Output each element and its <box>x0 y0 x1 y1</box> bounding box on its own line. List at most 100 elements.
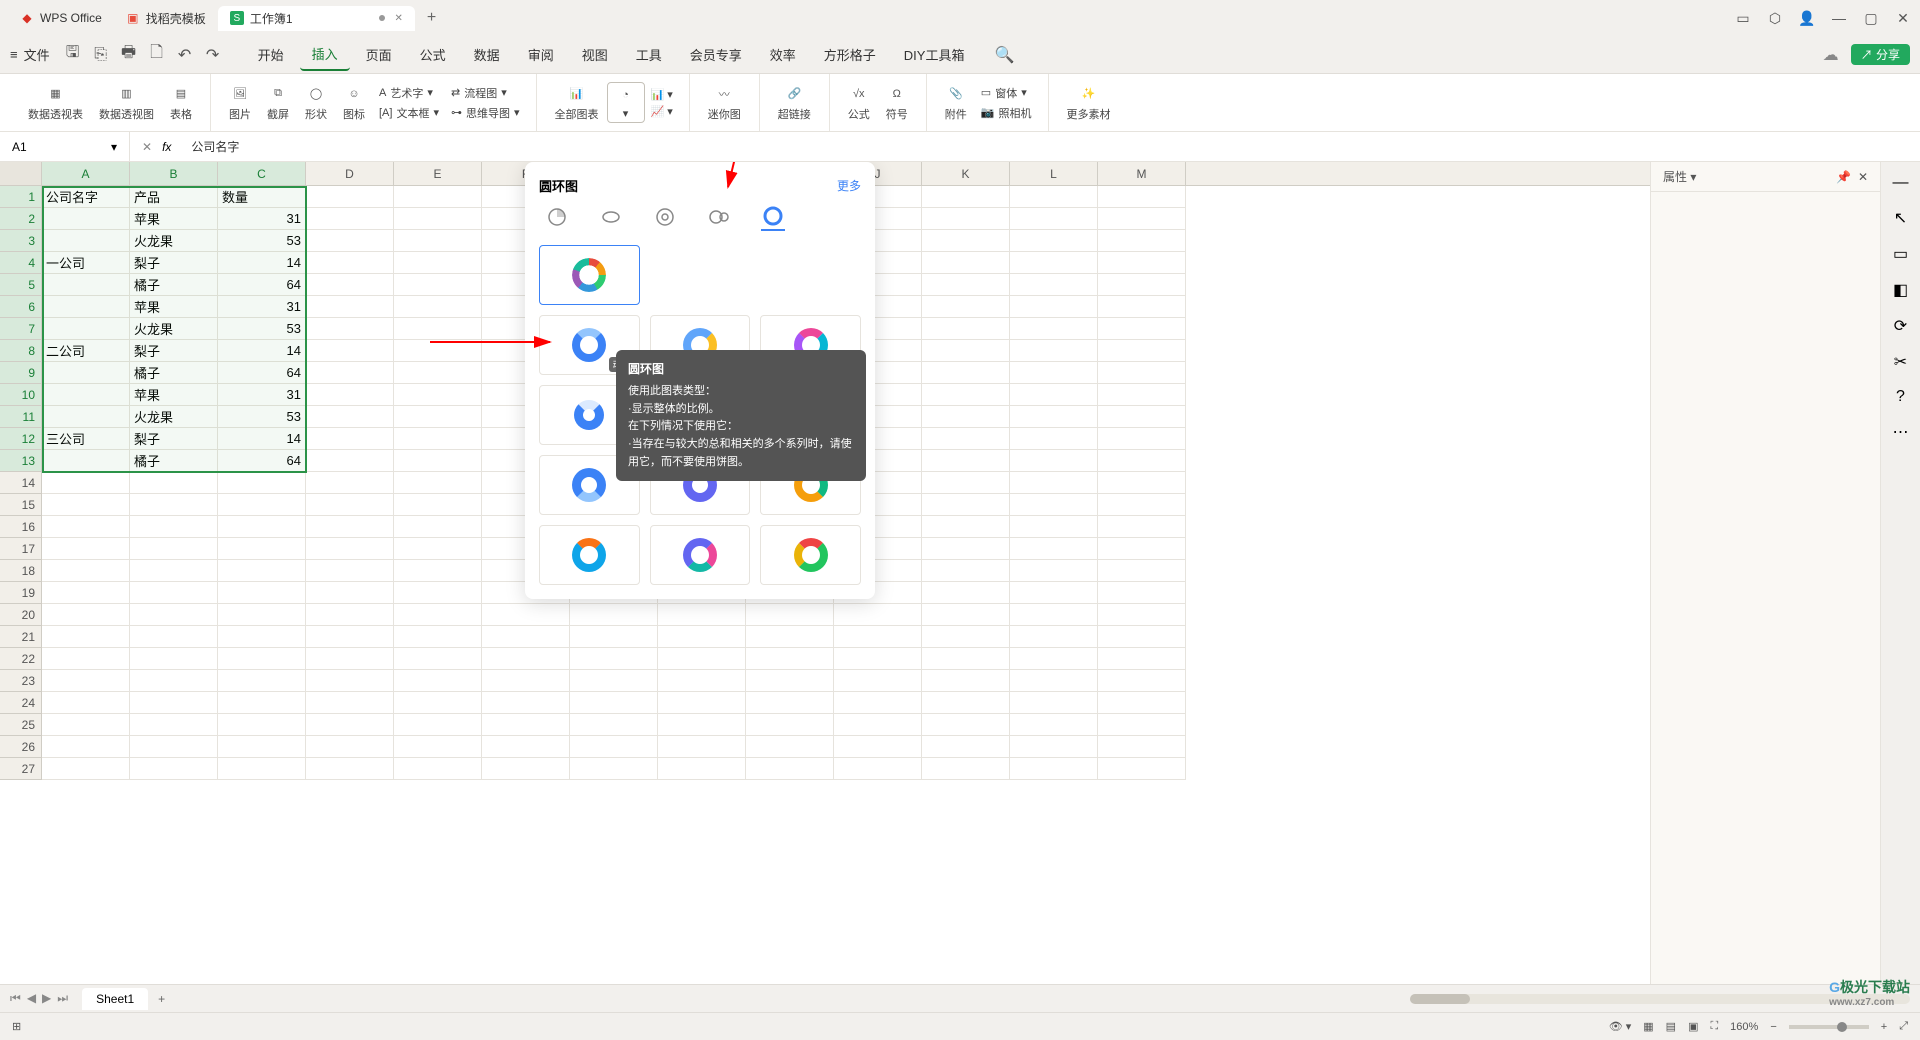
attachment-button[interactable]: 📎附件 <box>937 82 975 124</box>
cell[interactable] <box>658 758 746 780</box>
cell[interactable] <box>306 582 394 604</box>
cell[interactable] <box>1010 384 1098 406</box>
menu-data[interactable]: 数据 <box>462 39 512 70</box>
doughnut2-tab-icon[interactable] <box>707 207 731 231</box>
cell[interactable] <box>1010 648 1098 670</box>
row-header[interactable]: 1 <box>0 186 42 208</box>
cell[interactable] <box>130 758 218 780</box>
cell[interactable] <box>394 230 482 252</box>
cell[interactable] <box>1098 494 1186 516</box>
cell[interactable] <box>1010 736 1098 758</box>
cell[interactable]: 梨子 <box>130 340 218 362</box>
cell[interactable]: 产品 <box>130 186 218 208</box>
all-charts-button[interactable]: 📊全部图表 <box>547 82 607 124</box>
cancel-fx-icon[interactable]: ✕ <box>142 140 152 154</box>
row-header[interactable]: 3 <box>0 230 42 252</box>
cell[interactable] <box>922 604 1010 626</box>
avatar-icon[interactable]: 👤 <box>1798 9 1816 27</box>
template-tab[interactable]: ▣ 找稻壳模板 <box>114 6 218 31</box>
cell[interactable] <box>42 208 130 230</box>
cell[interactable] <box>746 714 834 736</box>
cell[interactable] <box>306 758 394 780</box>
sparkline-button[interactable]: 〰迷你图 <box>700 82 749 124</box>
cell[interactable] <box>218 758 306 780</box>
chart-template[interactable] <box>760 525 861 585</box>
cell[interactable] <box>922 428 1010 450</box>
cell[interactable] <box>394 428 482 450</box>
cell[interactable] <box>306 472 394 494</box>
cell[interactable] <box>1010 428 1098 450</box>
row-header[interactable]: 18 <box>0 560 42 582</box>
cell[interactable] <box>130 472 218 494</box>
cell[interactable]: 梨子 <box>130 428 218 450</box>
cell[interactable] <box>1010 318 1098 340</box>
cell[interactable]: 火龙果 <box>130 230 218 252</box>
row-header[interactable]: 17 <box>0 538 42 560</box>
row-header[interactable]: 7 <box>0 318 42 340</box>
cell[interactable] <box>1010 516 1098 538</box>
cell[interactable] <box>1098 274 1186 296</box>
row-header[interactable]: 16 <box>0 516 42 538</box>
cell[interactable]: 64 <box>218 450 306 472</box>
menu-page[interactable]: 页面 <box>354 39 404 70</box>
close-panel-icon[interactable]: ✕ <box>1858 170 1868 184</box>
cell[interactable] <box>306 450 394 472</box>
cell[interactable]: 橘子 <box>130 450 218 472</box>
cell[interactable] <box>922 582 1010 604</box>
cell[interactable] <box>42 230 130 252</box>
cell[interactable] <box>394 340 482 362</box>
cell[interactable] <box>1098 626 1186 648</box>
cell[interactable] <box>746 736 834 758</box>
backup-icon[interactable]: ⟳ <box>1894 316 1907 336</box>
row-header[interactable]: 21 <box>0 626 42 648</box>
cell[interactable] <box>130 692 218 714</box>
cell[interactable] <box>1098 406 1186 428</box>
cell[interactable] <box>922 494 1010 516</box>
name-box[interactable]: A1 ▾ <box>0 132 130 161</box>
cell[interactable] <box>1098 384 1186 406</box>
cell[interactable] <box>394 516 482 538</box>
cell[interactable] <box>570 648 658 670</box>
cell[interactable] <box>42 362 130 384</box>
cell[interactable] <box>482 736 570 758</box>
cell[interactable] <box>218 670 306 692</box>
cell[interactable] <box>42 274 130 296</box>
row-header[interactable]: 15 <box>0 494 42 516</box>
menu-start[interactable]: 开始 <box>246 39 296 70</box>
cell[interactable] <box>922 736 1010 758</box>
cell[interactable]: 53 <box>218 318 306 340</box>
cell[interactable] <box>1098 296 1186 318</box>
cell[interactable] <box>1098 538 1186 560</box>
cell[interactable] <box>1098 472 1186 494</box>
cell[interactable] <box>1098 318 1186 340</box>
cell[interactable] <box>834 604 922 626</box>
cell[interactable] <box>922 384 1010 406</box>
cell[interactable] <box>306 296 394 318</box>
cell[interactable] <box>482 714 570 736</box>
cell[interactable] <box>1010 560 1098 582</box>
row-header[interactable]: 27 <box>0 758 42 780</box>
cell[interactable]: 数量 <box>218 186 306 208</box>
cell[interactable] <box>394 736 482 758</box>
cell[interactable] <box>1010 208 1098 230</box>
cell[interactable] <box>1098 736 1186 758</box>
cell[interactable] <box>746 604 834 626</box>
cell[interactable] <box>482 670 570 692</box>
cell[interactable] <box>306 252 394 274</box>
cell[interactable] <box>306 626 394 648</box>
cell[interactable] <box>42 692 130 714</box>
fullscreen-icon[interactable]: ⛶ <box>1710 1020 1718 1033</box>
style-icon[interactable]: ▭ <box>1893 244 1908 264</box>
cell[interactable]: 14 <box>218 428 306 450</box>
menu-squaregrid[interactable]: 方形格子 <box>812 39 888 70</box>
cell[interactable] <box>218 692 306 714</box>
undo-icon[interactable]: ↶ <box>176 46 194 64</box>
cell[interactable] <box>1010 450 1098 472</box>
textbox-button[interactable]: [A]文本框 ▾ <box>379 105 439 121</box>
cell[interactable]: 公司名字 <box>42 186 130 208</box>
cell[interactable] <box>922 538 1010 560</box>
menu-insert[interactable]: 插入 <box>300 38 350 71</box>
cell[interactable] <box>922 230 1010 252</box>
cell[interactable] <box>130 714 218 736</box>
row-header[interactable]: 9 <box>0 362 42 384</box>
